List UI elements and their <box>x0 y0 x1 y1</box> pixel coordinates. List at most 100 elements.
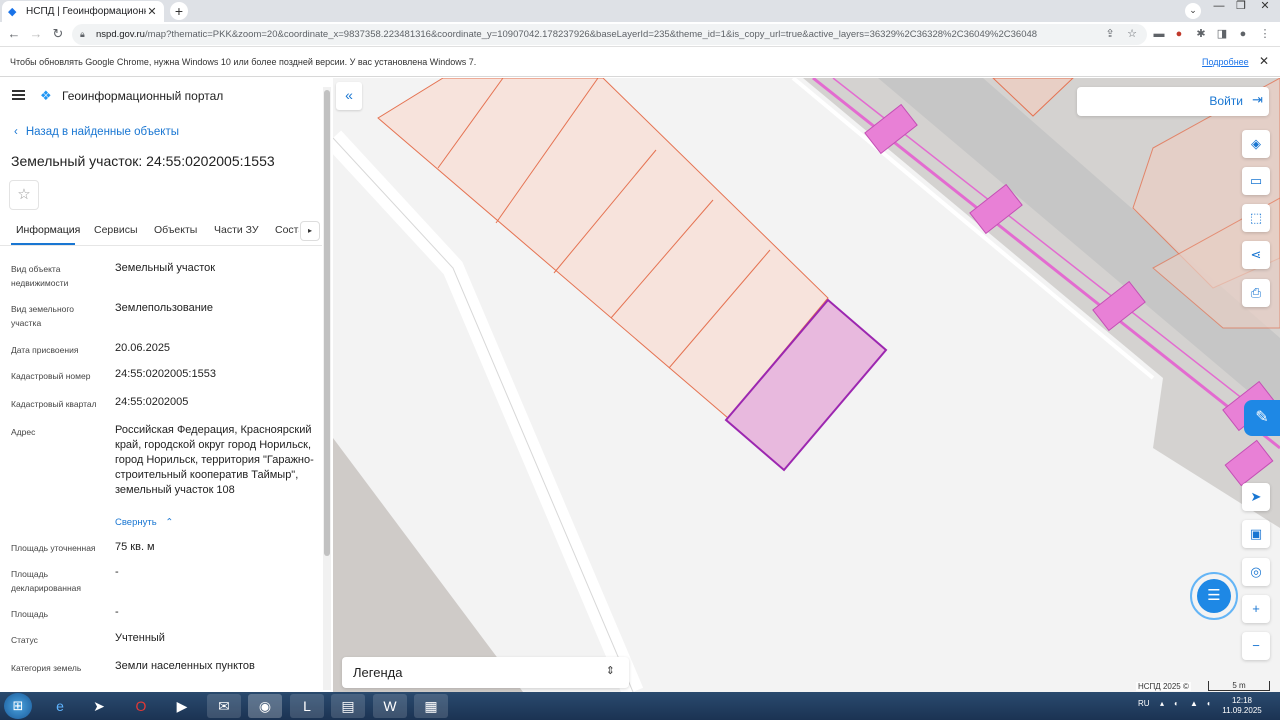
app-icon[interactable]: ▦ <box>414 694 448 718</box>
tab-search-icon[interactable]: ⌄ <box>1185 3 1201 19</box>
chat-button[interactable]: ☰ <box>1190 572 1238 620</box>
browser-tabstrip: ◆ НСПД | Геоинформационный п ✕ + ⌄ — ❐ ✕ <box>0 0 1280 22</box>
extension-icon[interactable]: ● <box>1172 27 1186 41</box>
internet-explorer-icon[interactable]: e <box>43 694 77 718</box>
field-value: - <box>115 566 119 578</box>
minimize-window-icon[interactable]: — <box>1210 0 1228 14</box>
active-tab-indicator <box>11 243 75 245</box>
field-label: Статус <box>11 635 38 645</box>
help-panel-icon[interactable]: ✎ <box>1244 400 1280 436</box>
lock-icon: 🔒︎ <box>80 29 85 39</box>
login-icon: ⇥ <box>1252 92 1263 107</box>
field-label: Дата присвоения <box>11 345 79 355</box>
favorite-star-button[interactable]: ☆ <box>9 180 39 210</box>
profile-avatar-icon[interactable]: ● <box>1236 27 1250 41</box>
lync-icon[interactable]: L <box>290 694 324 718</box>
legend-dropdown[interactable]: Легенда ⇕ <box>342 657 629 688</box>
new-tab-button[interactable]: + <box>170 2 188 20</box>
field-value: 20.06.2025 <box>115 342 171 354</box>
extensions-puzzle-icon[interactable]: ✱ <box>1194 27 1208 41</box>
chevron-left-icon: ‹ <box>14 126 18 138</box>
network-icon[interactable]: ▲ <box>1190 699 1198 708</box>
restore-window-icon[interactable]: ❐ <box>1232 0 1250 14</box>
minimap-icon[interactable]: ▣ <box>1242 520 1270 548</box>
field-label: Площадь декларированная <box>11 569 81 593</box>
bookmark-star-icon[interactable]: ☆ <box>1125 25 1139 43</box>
field-label: Вид объекта недвижимости <box>11 264 69 288</box>
collapse-panel-button[interactable]: « <box>336 82 362 110</box>
extension-icon[interactable]: ▬ <box>1152 27 1166 41</box>
navigate-icon[interactable]: ➤ <box>1242 483 1270 511</box>
portal-logo-icon: ❖ <box>40 88 52 103</box>
tabs-scroll-right-icon[interactable]: ▸ <box>300 221 320 241</box>
print-icon[interactable]: ⎙ <box>1242 279 1270 307</box>
browser-tab[interactable]: ◆ НСПД | Геоинформационный п ✕ <box>2 1 164 22</box>
layers-icon[interactable]: ◈ <box>1242 130 1270 158</box>
volume-icon[interactable]: ◖ <box>1206 699 1211 708</box>
menu-icon[interactable] <box>12 90 25 100</box>
share-map-icon[interactable]: ⋖ <box>1242 241 1270 269</box>
field-value: 75 кв. м <box>115 541 155 553</box>
tab-composition[interactable]: Состав <box>275 224 299 236</box>
url-path: /map?thematic=PKK&zoom=20&coordinate_x=9… <box>144 29 1038 40</box>
login-button[interactable]: Войти ⇥ <box>1077 87 1269 116</box>
panel-scrollbar-thumb[interactable] <box>324 90 330 556</box>
field-label: Кадастровый квартал <box>11 399 97 409</box>
ruler-icon[interactable]: ▭ <box>1242 167 1270 195</box>
url-host: nspd.gov.ru <box>96 29 145 40</box>
field-value: Земельный участок <box>115 262 216 274</box>
map-scale: 5 m <box>1208 681 1270 691</box>
chrome-menu-icon[interactable]: ⋮ <box>1258 27 1272 41</box>
close-info-icon[interactable]: ✕ <box>1259 54 1269 68</box>
tray-icon[interactable]: ◐ <box>1174 699 1179 708</box>
outlook-icon[interactable]: ✉ <box>207 694 241 718</box>
start-button-icon[interactable]: ⊞ <box>4 693 32 719</box>
tab-parts[interactable]: Части ЗУ <box>214 224 259 236</box>
map-canvas[interactable] <box>333 78 1280 692</box>
zoom-out-icon[interactable]: − <box>1242 632 1270 660</box>
map-drawing <box>333 78 1280 692</box>
clock[interactable]: 12:18 11.09.2025 <box>1222 696 1262 716</box>
collapse-label: Свернуть <box>115 517 157 528</box>
portal-title: Геоинформационный портал <box>62 89 224 103</box>
page-title: Земельный участок: 24:55:0202005:1553 <box>11 153 275 169</box>
chrome-icon[interactable]: ◉ <box>248 694 282 718</box>
clock-time: 12:18 <box>1231 696 1253 705</box>
back-icon[interactable]: ← <box>6 26 22 42</box>
select-area-icon[interactable]: ⬚ <box>1242 204 1270 232</box>
tab-title: НСПД | Геоинформационный п <box>26 6 146 17</box>
back-label: Назад в найденные объекты <box>25 126 180 138</box>
tab-services[interactable]: Сервисы <box>94 224 138 236</box>
opera-icon[interactable]: O <box>124 694 158 718</box>
language-indicator[interactable]: RU <box>1138 699 1150 708</box>
site-favicon-icon: ◆ <box>8 5 17 18</box>
zoom-in-icon[interactable]: + <box>1242 595 1270 623</box>
side-panel-icon[interactable]: ◨ <box>1215 27 1229 41</box>
windows-taskbar: ⊞ e ➤ O ▶ ✉ ◉ L ▤ W ▦ RU ▴ ◐ ▲ ◖ 12:18 1… <box>0 692 1280 720</box>
file-explorer-icon[interactable]: ▤ <box>331 694 365 718</box>
tray-expand-icon[interactable]: ▴ <box>1160 699 1164 708</box>
collapse-address-link[interactable]: Свернуть ⌃ <box>115 517 173 528</box>
telegram-icon[interactable]: ➤ <box>82 694 116 718</box>
close-window-icon[interactable]: ✕ <box>1254 0 1276 14</box>
field-label: Категория земель <box>11 663 82 673</box>
word-icon[interactable]: W <box>373 694 407 718</box>
media-player-icon[interactable]: ▶ <box>165 694 199 718</box>
field-value: 24:55:0202005:1553 <box>115 368 216 380</box>
address-bar[interactable]: 🔒︎ nspd.gov.ru/map?thematic=PKK&zoom=20&… <box>72 24 1147 45</box>
tab-objects[interactable]: Объекты <box>154 224 197 236</box>
chat-icon: ☰ <box>1197 579 1231 613</box>
reload-icon[interactable]: ↻ <box>50 26 66 42</box>
login-label: Войти <box>1209 94 1243 108</box>
geolocation-icon[interactable]: ◎ <box>1242 558 1270 586</box>
forward-icon[interactable]: → <box>28 26 44 42</box>
field-label: Площадь уточненная <box>11 543 96 553</box>
tab-info[interactable]: Информация <box>16 224 80 236</box>
back-to-results-link[interactable]: ‹ Назад в найденные объекты <box>14 126 179 138</box>
close-tab-icon[interactable]: ✕ <box>146 5 158 18</box>
info-more-link[interactable]: Подробнее <box>1202 57 1249 67</box>
share-icon[interactable]: ⇪ <box>1103 25 1117 43</box>
map-area-grey <box>333 438 523 692</box>
field-label: Кадастровый номер <box>11 371 91 381</box>
screen: ◆ НСПД | Геоинформационный п ✕ + ⌄ — ❐ ✕… <box>0 0 1280 720</box>
